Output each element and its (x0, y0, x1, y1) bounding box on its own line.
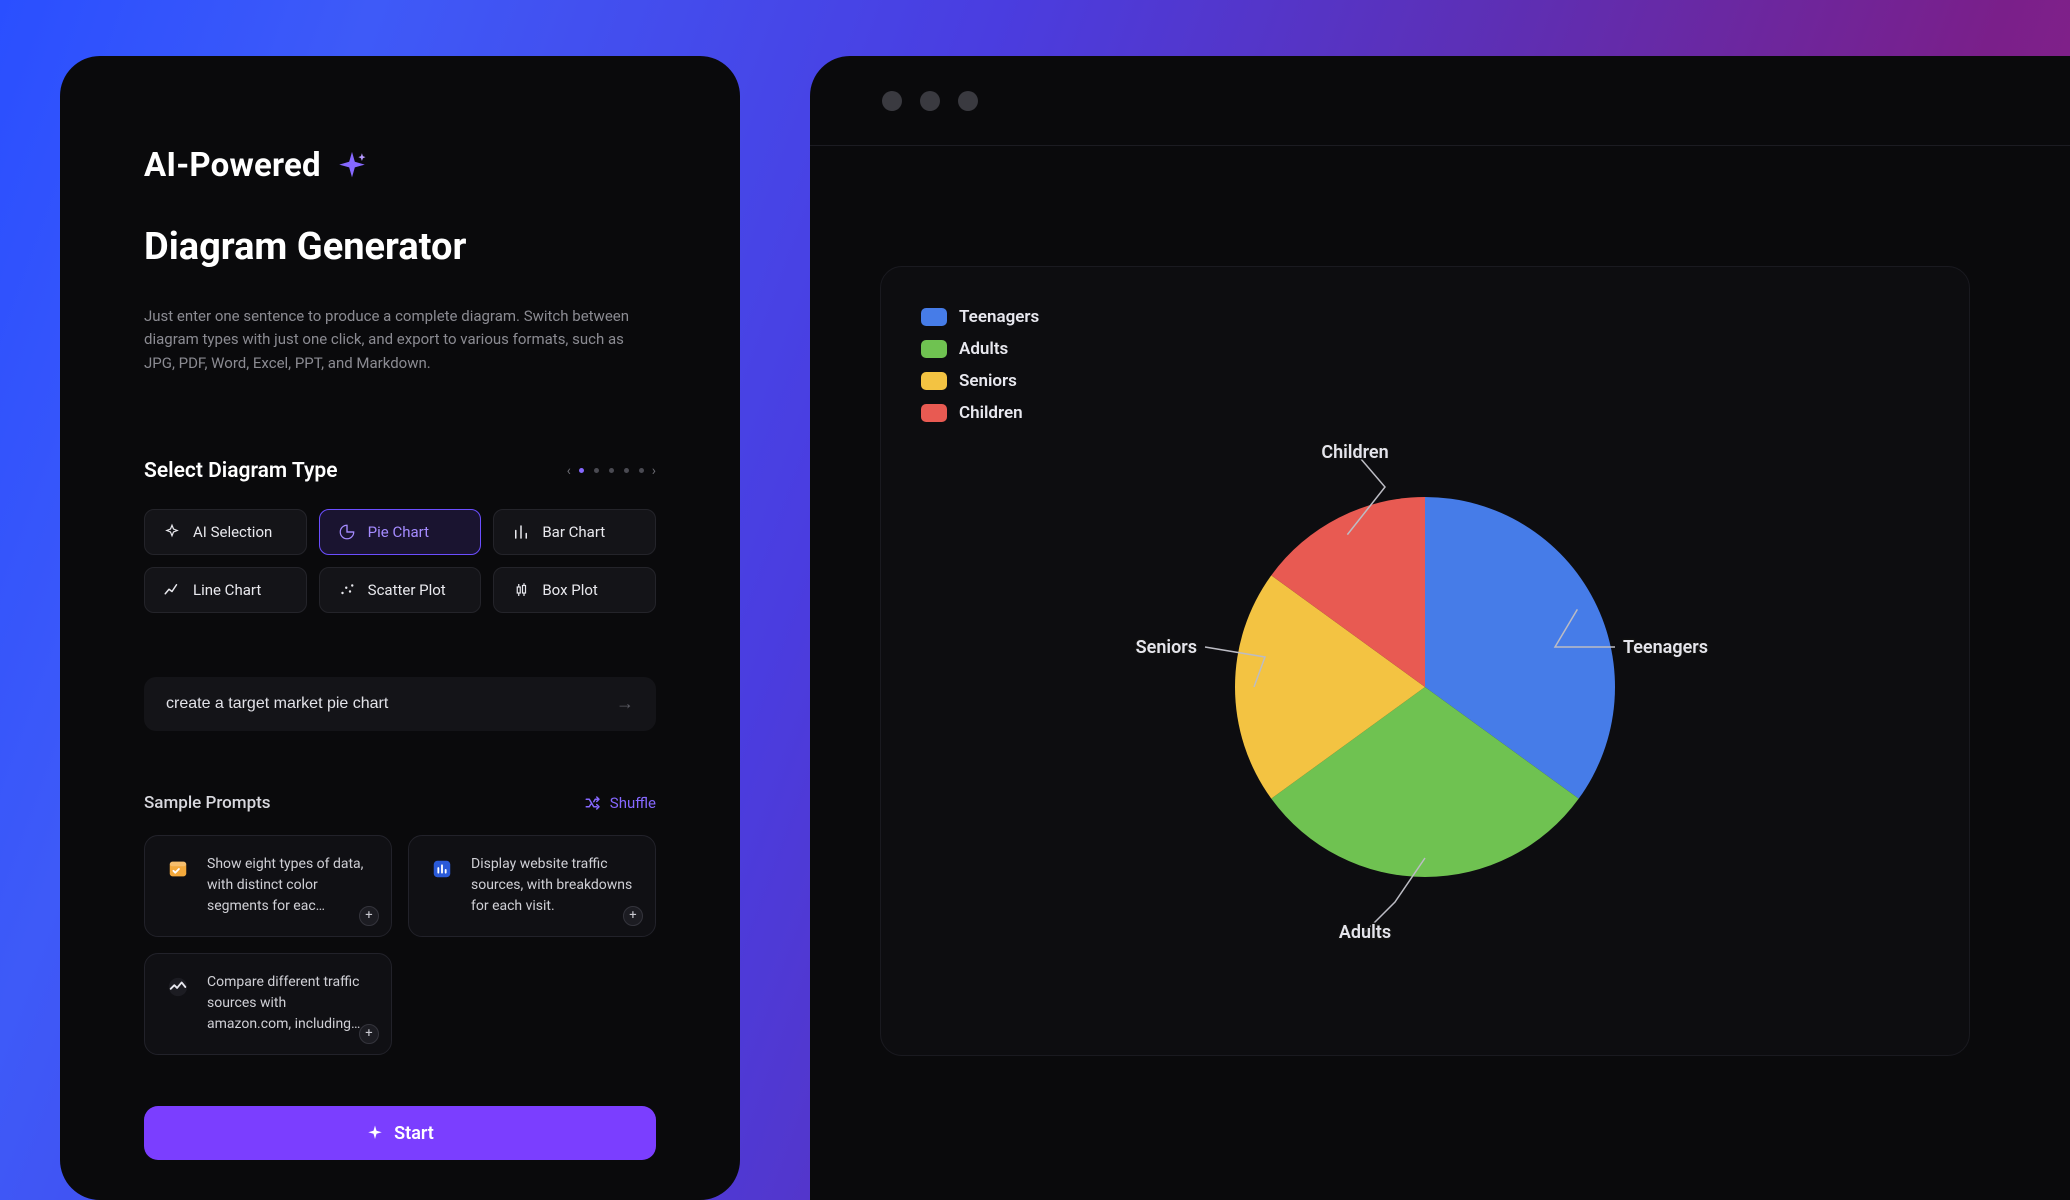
pager-dot[interactable] (609, 468, 614, 473)
add-sample-button[interactable]: + (359, 906, 379, 926)
pager-dot[interactable] (624, 468, 629, 473)
sample-text: Compare different traffic sources with a… (207, 972, 373, 1040)
sample-icon (163, 854, 193, 884)
diagram-type-label: Box Plot (542, 581, 597, 599)
window-dot (958, 91, 978, 111)
legend-label: Teenagers (959, 307, 1039, 327)
ai-powered-badge: AI-Powered (144, 146, 656, 185)
page-description: Just enter one sentence to produce a com… (144, 305, 656, 375)
pager-prev-icon[interactable]: ‹ (567, 463, 571, 479)
sample-text: Display website traffic sources, with br… (471, 854, 637, 922)
legend-swatch (921, 404, 947, 422)
prompt-submit-icon[interactable]: → (616, 693, 634, 714)
pager-next-icon[interactable]: › (652, 463, 656, 479)
sparkle-icon (366, 1124, 384, 1142)
preview-window: Teenagers Adults Seniors Children Teenag… (810, 56, 2070, 1200)
diagram-type-pie-chart[interactable]: Pie Chart (319, 509, 482, 555)
pie-chart-icon (338, 523, 356, 541)
sample-prompts-title: Sample Prompts (144, 793, 271, 813)
prompt-input[interactable] (166, 695, 616, 713)
start-button[interactable]: Start (144, 1106, 656, 1160)
scatter-plot-icon (338, 581, 356, 599)
chart-container: Teenagers Adults Seniors Children Teenag… (880, 266, 1970, 1056)
prompt-input-wrap: → (144, 677, 656, 731)
diagram-type-ai-selection[interactable]: AI Selection (144, 509, 307, 555)
diagram-type-label: Pie Chart (368, 523, 429, 541)
legend-item: Adults (921, 339, 1929, 359)
slice-label-children: Children (1321, 442, 1388, 463)
legend-swatch (921, 372, 947, 390)
sample-prompt-card[interactable]: Compare different traffic sources with a… (144, 953, 392, 1055)
legend-item: Seniors (921, 371, 1929, 391)
slice-label-adults: Adults (1339, 922, 1391, 943)
diagram-type-box-plot[interactable]: Box Plot (493, 567, 656, 613)
diagram-type-bar-chart[interactable]: Bar Chart (493, 509, 656, 555)
legend-label: Children (959, 403, 1023, 423)
legend-item: Teenagers (921, 307, 1929, 327)
ai-selection-icon (163, 523, 181, 541)
start-label: Start (394, 1123, 434, 1144)
shuffle-button[interactable]: Shuffle (584, 794, 656, 812)
bar-chart-icon (512, 523, 530, 541)
add-sample-button[interactable]: + (359, 1024, 379, 1044)
diagram-type-line-chart[interactable]: Line Chart (144, 567, 307, 613)
pager-dot[interactable] (579, 468, 584, 473)
window-dot (882, 91, 902, 111)
legend-swatch (921, 340, 947, 358)
pager-dot[interactable] (639, 468, 644, 473)
page-title: Diagram Generator (144, 225, 656, 269)
diagram-type-pager: ‹ › (567, 463, 656, 479)
sample-icon (163, 972, 193, 1002)
diagram-type-label: Bar Chart (542, 523, 605, 541)
generator-panel: AI-Powered Diagram Generator Just enter … (60, 56, 740, 1200)
diagram-type-label: Scatter Plot (368, 581, 446, 599)
pie-chart: Teenagers Adults Seniors Children (1115, 397, 1735, 957)
diagram-type-section-title: Select Diagram Type (144, 459, 338, 483)
legend-swatch (921, 308, 947, 326)
box-plot-icon (512, 581, 530, 599)
legend-label: Seniors (959, 371, 1017, 391)
sample-prompt-card[interactable]: Display website traffic sources, with br… (408, 835, 656, 937)
diagram-type-label: AI Selection (193, 523, 272, 541)
slice-label-teenagers: Teenagers (1623, 637, 1708, 658)
sample-icon (427, 854, 457, 884)
shuffle-icon (584, 794, 602, 812)
sample-prompt-card[interactable]: Show eight types of data, with distinct … (144, 835, 392, 937)
legend-label: Adults (959, 339, 1008, 359)
window-dot (920, 91, 940, 111)
shuffle-label: Shuffle (610, 794, 656, 812)
add-sample-button[interactable]: + (623, 906, 643, 926)
diagram-type-label: Line Chart (193, 581, 261, 599)
sample-text: Show eight types of data, with distinct … (207, 854, 373, 922)
diagram-type-scatter-plot[interactable]: Scatter Plot (319, 567, 482, 613)
pager-dot[interactable] (594, 468, 599, 473)
line-chart-icon (163, 581, 181, 599)
window-controls (810, 56, 2070, 146)
sparkle-icon (335, 149, 369, 183)
badge-text: AI-Powered (144, 146, 321, 185)
slice-label-seniors: Seniors (1136, 637, 1197, 658)
